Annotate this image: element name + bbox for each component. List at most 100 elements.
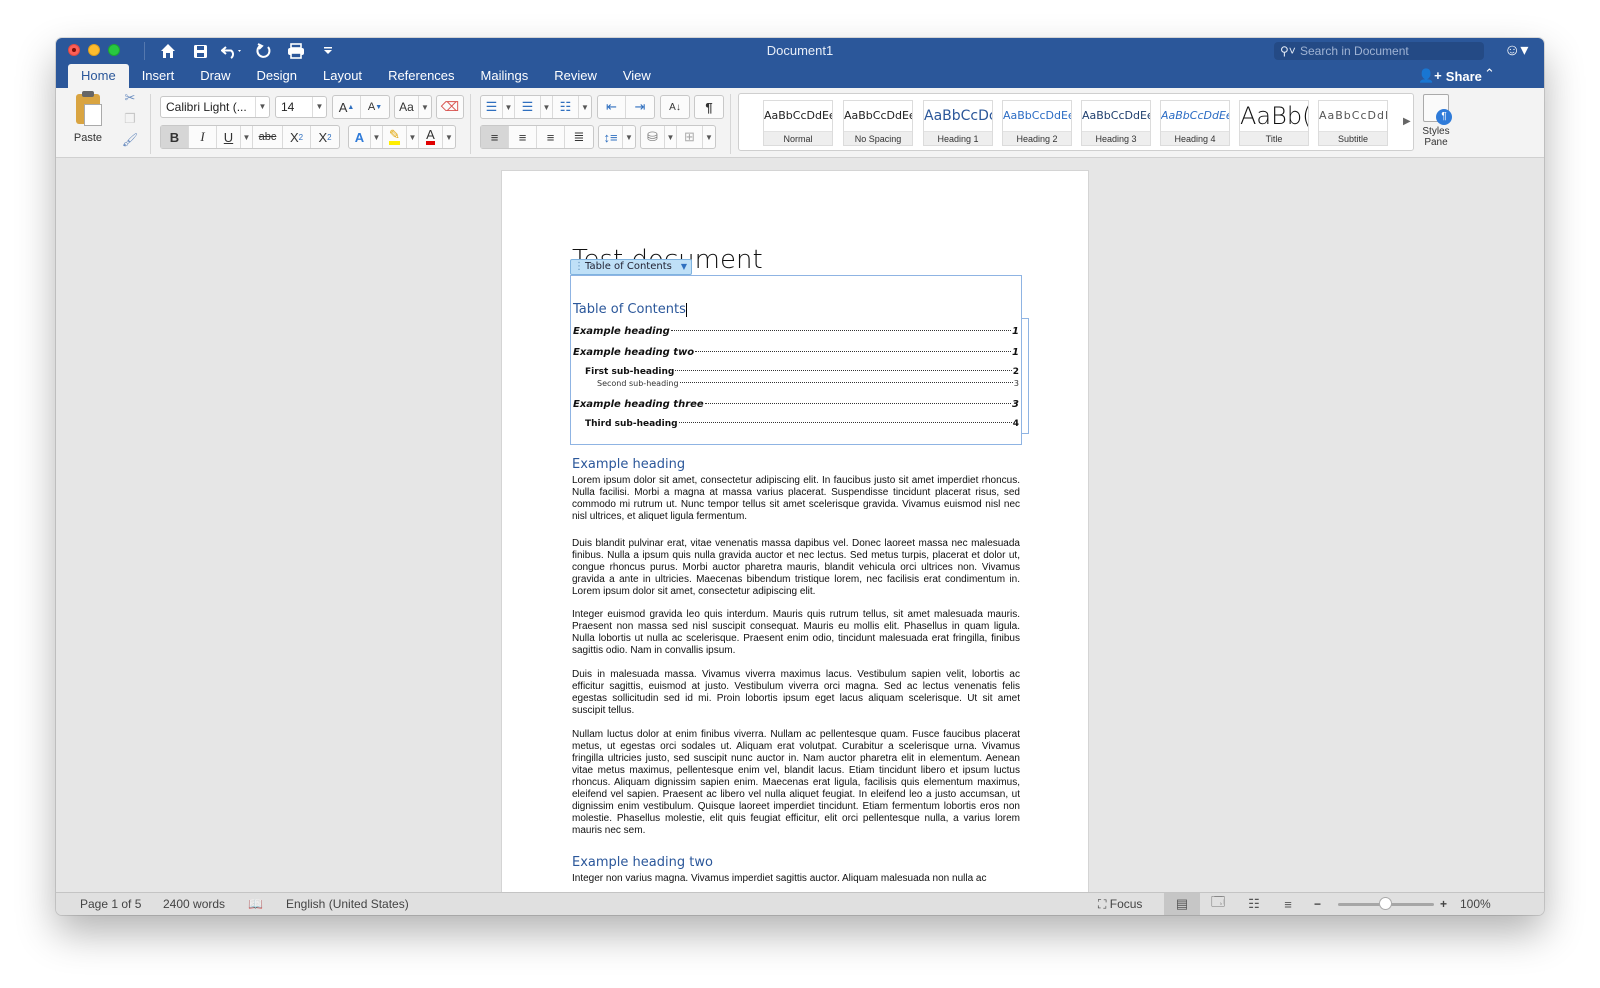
decrease-indent-icon[interactable]: ⇤ <box>598 96 626 118</box>
subscript-button[interactable]: X2 <box>283 126 311 148</box>
change-case-button[interactable]: Aa <box>395 96 419 118</box>
search-in-document-input[interactable]: ⚲˅ Search in Document <box>1274 42 1484 60</box>
highlight-color-icon[interactable]: ✎ <box>383 126 407 148</box>
style-heading-2[interactable]: AaBbCcDdEe Heading 2 <box>1002 100 1072 146</box>
style-subtitle[interactable]: AaBbCcDdEe Subtitle <box>1318 100 1388 146</box>
justify-icon[interactable]: ≣ <box>565 126 593 148</box>
focus-mode-button[interactable]: ⛶ Focus <box>1098 897 1142 912</box>
toc-entry[interactable]: Example heading 1 <box>573 326 1019 337</box>
increase-indent-icon[interactable]: ⇥ <box>626 96 654 118</box>
font-name-select[interactable]: Calibri Light (... ▼ <box>160 96 270 118</box>
toc-content-control-tab[interactable]: ⋮ Table of Contents ▼ <box>570 259 692 275</box>
italic-button[interactable]: I <box>189 126 217 148</box>
toc-entry-text: Example heading three <box>573 399 704 410</box>
numbering-icon[interactable]: ☰ <box>515 96 541 118</box>
borders-icon[interactable]: ⊞ <box>677 126 703 148</box>
format-painter-icon[interactable]: 🖌 <box>122 132 139 148</box>
toc-entry[interactable]: First sub-heading 2 <box>573 367 1019 377</box>
style-sample: AaBbCcDdEe <box>1003 109 1071 122</box>
zoom-level[interactable]: 100% <box>1460 897 1491 911</box>
page-count[interactable]: Page 1 of 5 <box>80 897 141 911</box>
style-title[interactable]: AaBb(Title <box>1239 100 1309 146</box>
drag-handle-icon[interactable]: ⋮ <box>574 260 584 274</box>
gallery-next-arrow-icon[interactable]: ▶ <box>1403 116 1411 127</box>
style-heading-1[interactable]: AaBbCcDc Heading 1 <box>923 100 993 146</box>
zoom-in-icon[interactable]: + <box>1440 897 1447 911</box>
chevron-down-icon[interactable]: ▼ <box>703 126 715 148</box>
toc-dot-leader <box>695 351 1012 352</box>
toc-entry[interactable]: Example heading three 3 <box>573 399 1019 410</box>
align-left-icon[interactable]: ≡ <box>481 126 509 148</box>
superscript-button[interactable]: X2 <box>311 126 339 148</box>
style-heading-3[interactable]: AaBbCcDdEe Heading 3 <box>1081 100 1151 146</box>
zoom-slider-thumb[interactable] <box>1379 897 1392 910</box>
share-button[interactable]: 👤+ Share <box>1418 68 1482 84</box>
underline-button[interactable]: U <box>217 126 241 148</box>
collapse-ribbon-icon[interactable]: ⌃ <box>1484 66 1495 82</box>
print-layout-view-icon[interactable]: ▤ <box>1164 893 1200 915</box>
chevron-down-icon[interactable]: ▼ <box>443 126 455 148</box>
toc-entry[interactable]: Example heading two 1 <box>573 347 1019 358</box>
toc-entry[interactable]: Third sub-heading 4 <box>573 419 1019 429</box>
style-heading-4[interactable]: AaBbCcDdEe Heading 4 <box>1160 100 1230 146</box>
alignment-group: ≡ ≡ ≡ ≣ <box>480 125 594 149</box>
font-size-select[interactable]: 14 ▼ <box>275 96 327 118</box>
chevron-down-icon[interactable]: ▼ <box>407 126 419 148</box>
chevron-down-icon[interactable]: ▼ <box>665 126 677 148</box>
style-no-spacing[interactable]: AaBbCcDdEe No Spacing <box>843 100 913 146</box>
tab-view[interactable]: View <box>610 64 664 88</box>
clear-formatting-eraser-icon[interactable]: ⌫ <box>437 96 463 118</box>
shading-bucket-icon[interactable]: ⛁ <box>641 126 665 148</box>
decrease-font-size-button[interactable]: A ▼ <box>361 96 389 118</box>
strikethrough-button[interactable]: abc <box>253 126 283 148</box>
chevron-down-icon[interactable]: ▼ <box>419 96 431 118</box>
cut-icon[interactable]: ✂ <box>125 90 136 106</box>
tab-design[interactable]: Design <box>244 64 310 88</box>
tab-insert[interactable]: Insert <box>129 64 188 88</box>
style-normal[interactable]: AaBbCcDdEe Normal <box>763 100 833 146</box>
outline-view-icon[interactable]: ☷ <box>1236 893 1272 915</box>
font-style-buttons: B I U ▼ abc X2 X2 <box>160 125 340 149</box>
sort-icon[interactable]: A↓ <box>661 96 689 118</box>
document-page[interactable]: Test document ⋮ Table of Contents ▼ Tabl… <box>501 170 1089 892</box>
tab-draw[interactable]: Draw <box>187 64 243 88</box>
tab-review[interactable]: Review <box>541 64 610 88</box>
language[interactable]: English (United States) <box>286 897 409 911</box>
tab-home[interactable]: Home <box>68 64 129 88</box>
line-spacing-icon[interactable]: ↕≡ <box>599 126 623 148</box>
increase-font-size-button[interactable]: A ▲ <box>333 96 361 118</box>
style-name: No Spacing <box>844 131 912 145</box>
tab-references[interactable]: References <box>375 64 467 88</box>
chevron-down-icon[interactable]: ▼ <box>579 96 591 118</box>
copy-icon[interactable]: ❐ <box>124 111 136 127</box>
underline-options-chevron-icon[interactable]: ▼ <box>241 126 253 148</box>
toc-entry-text: Third sub-heading <box>585 419 678 429</box>
draft-view-icon[interactable]: ≡ <box>1270 893 1306 915</box>
align-right-icon[interactable]: ≡ <box>537 126 565 148</box>
styles-pane-button[interactable]: Styles Pane <box>1420 94 1452 148</box>
word-count[interactable]: 2400 words <box>163 897 225 911</box>
zoom-out-icon[interactable]: − <box>1314 897 1321 911</box>
clipboard-icon <box>76 91 102 126</box>
align-center-icon[interactable]: ≡ <box>509 126 537 148</box>
pilcrow-icon[interactable]: ¶ <box>695 96 723 118</box>
multilevel-list-icon[interactable]: ☷ <box>553 96 579 118</box>
toc-entry[interactable]: Second sub-heading 3 <box>573 379 1019 388</box>
chevron-down-icon[interactable]: ▼ <box>503 96 515 118</box>
tab-mailings[interactable]: Mailings <box>468 64 542 88</box>
bullets-icon[interactable]: ☰ <box>481 96 503 118</box>
proofing-book-icon[interactable]: 📖 <box>248 897 263 911</box>
tab-layout[interactable]: Layout <box>310 64 375 88</box>
paste-button[interactable]: Paste <box>66 91 110 144</box>
table-of-contents[interactable]: Table of Contents Example heading 1 Exampl… <box>570 275 1029 445</box>
feedback-smiley-icon[interactable]: ☺▾ <box>1504 40 1528 60</box>
chevron-down-icon[interactable]: ▼ <box>623 126 635 148</box>
paragraph: Duis in malesuada massa. Vivamus viverra… <box>572 669 1020 716</box>
web-layout-view-icon[interactable]: 🗔 <box>1200 893 1236 915</box>
font-color-icon[interactable]: A <box>419 126 443 148</box>
chevron-down-icon[interactable]: ▼ <box>681 260 687 274</box>
chevron-down-icon[interactable]: ▼ <box>541 96 553 118</box>
bold-button[interactable]: B <box>161 126 189 148</box>
chevron-down-icon[interactable]: ▼ <box>371 126 383 148</box>
text-effects-icon[interactable]: A <box>349 126 371 148</box>
